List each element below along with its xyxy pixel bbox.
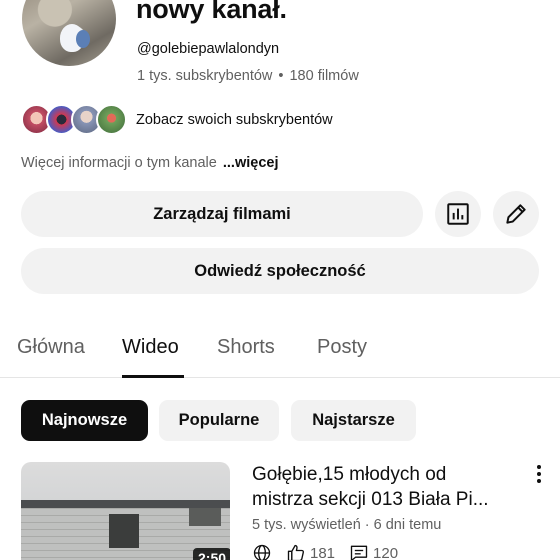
subscriber-count: 1 tys. subskrybentów bbox=[137, 68, 273, 84]
video-thumbnail[interactable]: 2:50 bbox=[21, 462, 230, 560]
subscriber-avatar bbox=[96, 104, 127, 135]
analytics-button[interactable] bbox=[435, 191, 481, 237]
filter-popular-chip[interactable]: Popularne bbox=[159, 400, 279, 441]
manage-videos-button[interactable]: Zarządzaj filmami bbox=[21, 191, 423, 237]
channel-tabs: Główna Wideo Shorts Posty bbox=[0, 320, 560, 378]
bar-chart-icon bbox=[447, 203, 469, 225]
tab-home[interactable]: Główna bbox=[17, 336, 85, 359]
video-count: 180 filmów bbox=[289, 68, 359, 84]
thumbnail-roof bbox=[21, 500, 230, 508]
video-views: 5 tys. wyświetleń bbox=[252, 517, 361, 533]
video-title-line: Gołębie,15 młodych od bbox=[252, 464, 447, 485]
video-title-line: mistrza sekcji 013 Biała Pi... bbox=[252, 489, 489, 510]
channel-avatar[interactable] bbox=[22, 0, 116, 66]
filter-newest-chip[interactable]: Najnowsze bbox=[21, 400, 148, 441]
channel-name: nowy kanał. bbox=[136, 0, 287, 24]
likes-indicator: 181 bbox=[286, 543, 335, 560]
video-actions: 181 120 bbox=[252, 542, 412, 560]
active-tab-indicator bbox=[122, 375, 184, 378]
thumbnail-window bbox=[189, 508, 221, 526]
see-subscribers-link[interactable]: Zobacz swoich subskrybentów bbox=[136, 112, 333, 128]
video-title[interactable]: Gołębie,15 młodych od mistrza sekcji 013… bbox=[252, 462, 522, 512]
visibility-indicator bbox=[252, 543, 272, 560]
meta-separator: · bbox=[364, 517, 370, 533]
kebab-dot bbox=[537, 472, 541, 476]
avatar-pigeon-small bbox=[76, 30, 90, 48]
likes-count: 181 bbox=[310, 544, 336, 560]
tab-videos[interactable]: Wideo bbox=[122, 336, 179, 359]
visit-community-button[interactable]: Odwiedź społeczność bbox=[21, 248, 539, 294]
kebab-dot bbox=[537, 479, 541, 483]
kebab-dot bbox=[537, 465, 541, 469]
more-options-icon[interactable] bbox=[530, 463, 548, 485]
tab-shorts[interactable]: Shorts bbox=[217, 336, 275, 359]
filter-oldest-chip[interactable]: Najstarsze bbox=[291, 400, 416, 441]
pencil-icon bbox=[506, 204, 526, 224]
subscriber-avatars[interactable] bbox=[21, 104, 131, 136]
edit-channel-button[interactable] bbox=[493, 191, 539, 237]
about-text: Więcej informacji o tym kanale bbox=[21, 155, 217, 171]
globe-icon bbox=[253, 544, 271, 560]
channel-stats: 1 tys. subskrybentów • 180 filmów bbox=[137, 68, 359, 84]
comments-count: 120 bbox=[373, 544, 399, 560]
thumbnail-window bbox=[109, 514, 139, 548]
comment-icon bbox=[350, 545, 368, 560]
stats-separator: • bbox=[278, 68, 284, 84]
video-duration: 2:50 bbox=[193, 548, 230, 560]
channel-handle: @golebiepawlalondyn bbox=[137, 41, 280, 57]
channel-about[interactable]: Więcej informacji o tym kanale ...więcej bbox=[21, 155, 278, 171]
thumbs-up-icon bbox=[287, 544, 304, 560]
comments-indicator: 120 bbox=[349, 543, 398, 560]
more-link[interactable]: ...więcej bbox=[223, 155, 279, 171]
video-age: 6 dni temu bbox=[373, 517, 442, 533]
video-meta: 5 tys. wyświetleń · 6 dni temu bbox=[252, 517, 441, 533]
tab-posts[interactable]: Posty bbox=[317, 336, 367, 359]
